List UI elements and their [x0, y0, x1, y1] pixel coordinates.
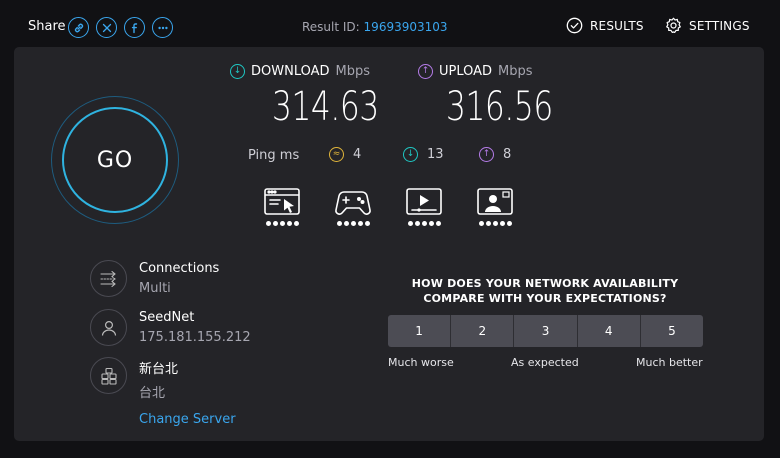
download-arrow-icon: ↓: [230, 64, 245, 79]
download-label: DOWNLOAD: [251, 64, 330, 79]
streaming-icon: [406, 188, 442, 215]
download-header: ↓ DOWNLOAD Mbps: [230, 64, 370, 79]
facebook-icon[interactable]: [124, 17, 145, 38]
ping-download: ↓ 13: [403, 147, 444, 162]
activity-web-browsing[interactable]: [262, 187, 302, 226]
rating-mid-label: As expected: [511, 356, 579, 369]
result-id: Result ID: 19693903103: [302, 20, 448, 34]
ping-idle: ≈ 4: [329, 147, 361, 162]
x-icon[interactable]: [96, 17, 117, 38]
upload-label: UPLOAD: [439, 64, 493, 79]
gaming-icon: [335, 191, 371, 215]
survey-question-line1: HOW DOES YOUR NETWORK AVAILABILITY: [411, 277, 679, 290]
web-browsing-rating: [265, 221, 299, 226]
server-icon: [90, 357, 127, 394]
more-icon[interactable]: [152, 17, 173, 38]
download-speed-value: 314.63: [272, 84, 379, 130]
isp-ip: 175.181.155.212: [139, 330, 251, 345]
rating-low-label: Much worse: [388, 356, 454, 369]
isp-info: SeedNet 175.181.155.212: [90, 309, 251, 346]
survey-question-line2: COMPARE WITH YOUR EXPECTATIONS?: [423, 292, 667, 305]
connections-title: Connections: [139, 261, 220, 276]
idle-ping-icon: ≈: [329, 147, 344, 162]
ping-upload-value: 8: [503, 147, 512, 162]
result-id-label: Result ID:: [302, 20, 360, 34]
rating-high-label: Much better: [636, 356, 703, 369]
rating-option-5[interactable]: 5: [640, 315, 703, 347]
results-label: RESULTS: [590, 18, 644, 33]
upload-unit: Mbps: [498, 64, 533, 79]
user-icon: [90, 309, 127, 346]
upload-speed-value: 316.56: [446, 84, 553, 130]
settings-label: SETTINGS: [689, 18, 750, 33]
results-button[interactable]: RESULTS: [566, 17, 644, 34]
result-id-link[interactable]: 19693903103: [364, 20, 448, 34]
server-info: 新台北 台北 Change Server: [90, 357, 236, 427]
connections-value[interactable]: Multi: [139, 281, 219, 296]
share-label: Share: [28, 19, 66, 34]
upload-ping-icon: ↑: [479, 147, 494, 162]
check-circle-icon: [566, 17, 583, 34]
go-button-ring[interactable]: GO: [51, 96, 179, 224]
settings-button[interactable]: SETTINGS: [665, 17, 750, 34]
video-chat-rating: [478, 221, 512, 226]
activity-streaming[interactable]: [404, 187, 444, 226]
connections-icon: [90, 260, 127, 297]
rating-option-2[interactable]: 2: [451, 315, 515, 347]
gaming-rating: [336, 221, 370, 226]
web-browsing-icon: [264, 188, 300, 215]
rating-option-3[interactable]: 3: [514, 315, 578, 347]
ping-idle-value: 4: [353, 147, 362, 162]
activity-video-chat[interactable]: [475, 187, 515, 226]
download-ping-icon: ↓: [403, 147, 418, 162]
change-server-link[interactable]: Change Server: [139, 412, 236, 427]
ping-upload: ↑ 8: [479, 147, 511, 162]
go-button[interactable]: GO: [62, 107, 168, 213]
rating-option-4[interactable]: 4: [577, 315, 641, 347]
survey-question: HOW DOES YOUR NETWORK AVAILABILITY COMPA…: [388, 276, 702, 306]
upload-header: ↑ UPLOAD Mbps: [418, 64, 533, 79]
video-chat-icon: [477, 188, 513, 215]
share-icons: [68, 17, 173, 38]
server-location: 新台北: [139, 362, 179, 377]
streaming-rating: [407, 221, 441, 226]
ping-label: Ping ms: [248, 148, 300, 163]
rating-scale: 1 2 3 4 5: [388, 315, 703, 347]
link-icon[interactable]: [68, 17, 89, 38]
ping-download-value: 13: [427, 147, 444, 162]
download-unit: Mbps: [335, 64, 371, 79]
isp-name: SeedNet: [139, 310, 195, 325]
activity-gaming[interactable]: [333, 187, 373, 226]
upload-arrow-icon: ↑: [418, 64, 433, 79]
gear-icon: [666, 17, 681, 33]
connections-info: Connections Multi: [90, 260, 219, 297]
rating-option-1[interactable]: 1: [388, 315, 452, 347]
server-city: 台北: [139, 386, 166, 401]
